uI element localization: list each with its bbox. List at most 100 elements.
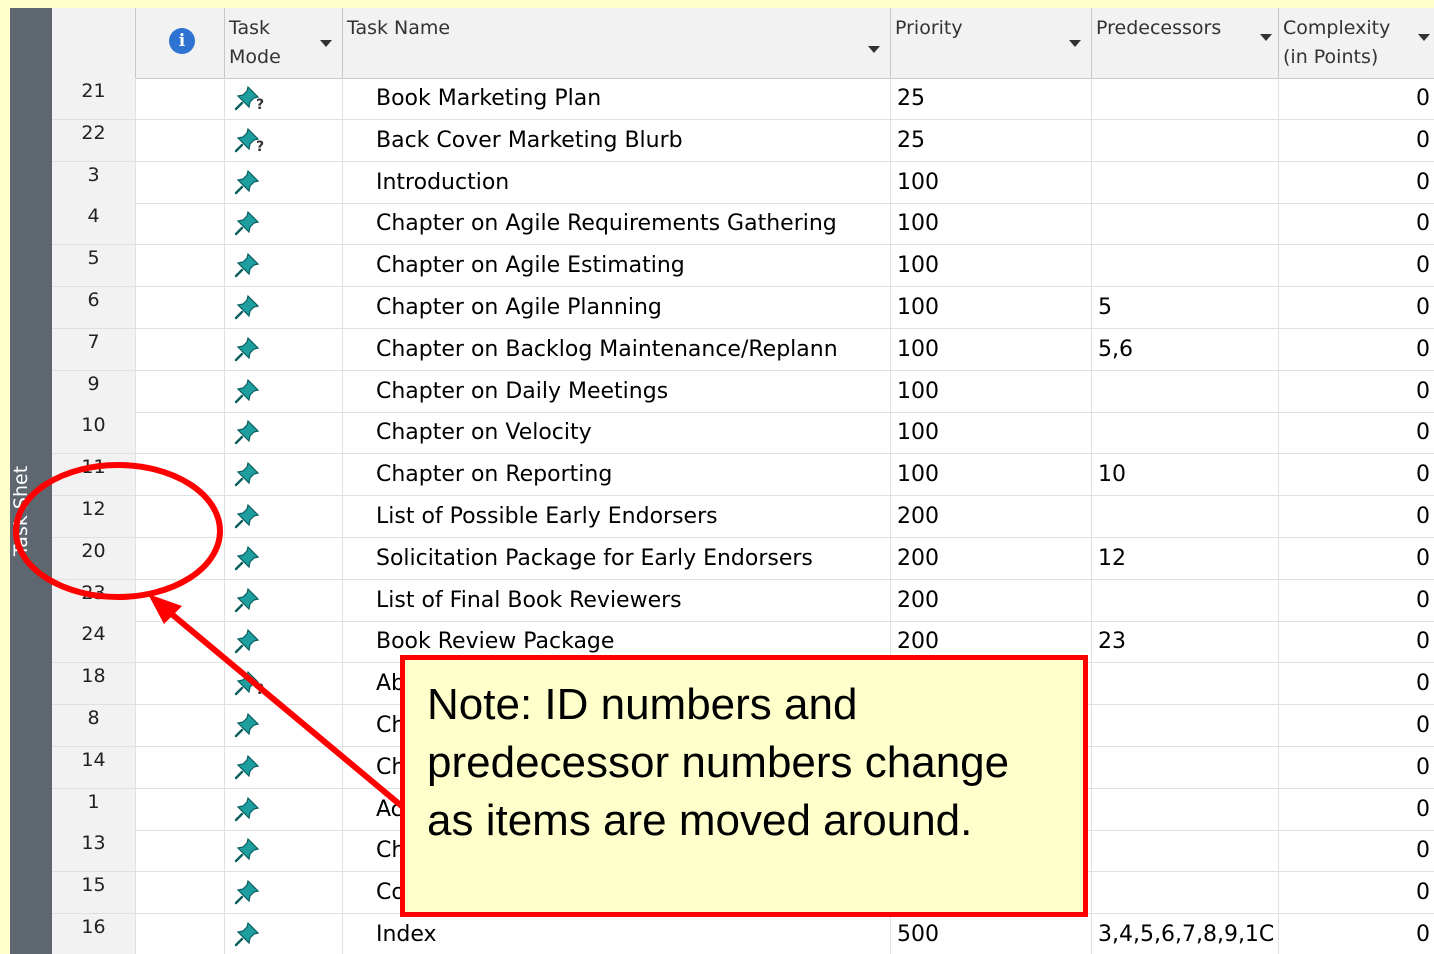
- task-name-cell[interactable]: Book Marketing Plan: [343, 78, 891, 119]
- row-id-cell[interactable]: 13: [52, 830, 136, 872]
- complexity-cell[interactable]: 0: [1279, 705, 1434, 746]
- complexity-cell[interactable]: 0: [1279, 496, 1434, 537]
- task-name-column-header[interactable]: Task Name: [343, 8, 891, 78]
- task-mode-cell[interactable]: [225, 621, 343, 663]
- task-mode-cell[interactable]: [225, 161, 343, 203]
- table-row[interactable]: 16 Index 500 3,4,5,6,7,8,9,1C 0: [52, 914, 1434, 954]
- complexity-column-header[interactable]: Complexity (in Points): [1279, 8, 1434, 78]
- indicator-cell[interactable]: [136, 914, 225, 954]
- predecessors-cell[interactable]: 3,4,5,6,7,8,9,1C: [1092, 914, 1279, 954]
- indicator-cell[interactable]: [136, 454, 225, 496]
- row-id-cell[interactable]: 21: [52, 78, 136, 119]
- indicator-cell[interactable]: [136, 663, 225, 705]
- task-name-cell[interactable]: Chapter on Backlog Maintenance/Replann: [343, 328, 891, 370]
- row-id-cell[interactable]: 9: [52, 370, 136, 412]
- complexity-cell[interactable]: 0: [1279, 914, 1434, 954]
- task-mode-cell[interactable]: [225, 872, 343, 914]
- table-row[interactable]: 6 Chapter on Agile Planning 100 5 0: [52, 287, 1434, 329]
- indicators-column-header[interactable]: i: [136, 8, 225, 78]
- complexity-cell[interactable]: 0: [1279, 830, 1434, 871]
- row-id-cell[interactable]: 8: [52, 705, 136, 746]
- table-row[interactable]: 7 Chapter on Backlog Maintenance/Replann 1…: [52, 328, 1434, 371]
- task-name-cell[interactable]: Solicitation Package for Early Endorsers: [343, 537, 891, 579]
- indicator-cell[interactable]: [136, 203, 225, 245]
- complexity-cell[interactable]: 0: [1279, 203, 1434, 244]
- task-name-cell[interactable]: List of Final Book Reviewers: [343, 579, 891, 621]
- task-mode-cell[interactable]: [225, 412, 343, 454]
- row-id-cell[interactable]: 3: [52, 161, 136, 203]
- priority-cell[interactable]: 100: [891, 370, 1092, 412]
- row-id-cell[interactable]: 14: [52, 746, 136, 788]
- task-name-cell[interactable]: Chapter on Agile Requirements Gathering: [343, 203, 891, 245]
- predecessors-cell[interactable]: [1092, 203, 1279, 245]
- task-mode-cell[interactable]: [225, 203, 343, 245]
- table-row[interactable]: 5 Chapter on Agile Estimating 100 0: [52, 245, 1434, 288]
- task-name-cell[interactable]: List of Possible Early Endorsers: [343, 496, 891, 537]
- predecessors-cell[interactable]: 5: [1092, 287, 1279, 328]
- indicator-cell[interactable]: [136, 788, 225, 830]
- task-mode-cell[interactable]: [225, 328, 343, 370]
- task-name-cell[interactable]: Index: [343, 914, 891, 954]
- row-id-cell[interactable]: 5: [52, 245, 136, 287]
- task-name-cell[interactable]: Back Cover Marketing Blurb: [343, 119, 891, 161]
- complexity-cell[interactable]: 0: [1279, 329, 1434, 370]
- task-name-cell[interactable]: Chapter on Reporting: [343, 454, 891, 496]
- indicator-cell[interactable]: [136, 412, 225, 454]
- row-id-cell[interactable]: 7: [52, 328, 136, 370]
- task-mode-cell[interactable]: ?: [225, 119, 343, 161]
- task-mode-cell[interactable]: [225, 454, 343, 496]
- priority-cell[interactable]: 100: [891, 245, 1092, 287]
- predecessors-cell[interactable]: [1092, 663, 1279, 705]
- task-mode-cell[interactable]: [225, 830, 343, 872]
- row-id-cell[interactable]: 18: [52, 663, 136, 705]
- priority-cell[interactable]: 200: [891, 537, 1092, 579]
- table-row[interactable]: 11 Chapter on Reporting 100 10 0: [52, 454, 1434, 497]
- complexity-cell[interactable]: 0: [1279, 872, 1434, 913]
- row-id-cell[interactable]: 11: [52, 454, 136, 496]
- complexity-cell[interactable]: 0: [1279, 78, 1434, 119]
- chevron-down-icon[interactable]: [1069, 40, 1081, 47]
- priority-cell[interactable]: 500: [891, 914, 1092, 954]
- indicator-cell[interactable]: [136, 78, 225, 119]
- indicator-cell[interactable]: [136, 746, 225, 788]
- complexity-cell[interactable]: 0: [1279, 663, 1434, 704]
- indicator-cell[interactable]: [136, 245, 225, 287]
- predecessors-cell[interactable]: 5,6: [1092, 328, 1279, 370]
- task-name-cell[interactable]: Chapter on Agile Estimating: [343, 245, 891, 287]
- task-mode-cell[interactable]: ?: [225, 663, 343, 705]
- predecessors-cell[interactable]: [1092, 872, 1279, 914]
- row-id-cell[interactable]: 15: [52, 872, 136, 914]
- priority-cell[interactable]: 200: [891, 579, 1092, 621]
- priority-column-header[interactable]: Priority: [891, 8, 1092, 78]
- table-row[interactable]: 22? Back Cover Marketing Blurb 25 0: [52, 119, 1434, 162]
- indicator-cell[interactable]: [136, 537, 225, 579]
- task-mode-cell[interactable]: [225, 496, 343, 537]
- task-mode-column-header[interactable]: Task Mode: [225, 8, 343, 78]
- indicator-cell[interactable]: [136, 161, 225, 203]
- indicator-cell[interactable]: [136, 705, 225, 746]
- priority-cell[interactable]: 100: [891, 412, 1092, 454]
- row-id-cell[interactable]: 1: [52, 788, 136, 830]
- select-all-corner[interactable]: [52, 8, 136, 78]
- row-id-cell[interactable]: 22: [52, 119, 136, 161]
- chevron-down-icon[interactable]: [868, 46, 880, 53]
- task-mode-cell[interactable]: [225, 579, 343, 621]
- task-mode-cell[interactable]: [225, 245, 343, 287]
- row-id-cell[interactable]: 4: [52, 203, 136, 245]
- priority-cell[interactable]: 100: [891, 161, 1092, 203]
- predecessors-cell[interactable]: [1092, 705, 1279, 746]
- task-mode-cell[interactable]: [225, 287, 343, 328]
- predecessors-cell[interactable]: [1092, 161, 1279, 203]
- predecessors-cell[interactable]: [1092, 412, 1279, 454]
- predecessors-cell[interactable]: [1092, 78, 1279, 119]
- chevron-down-icon[interactable]: [320, 40, 332, 47]
- complexity-cell[interactable]: 0: [1279, 454, 1434, 495]
- task-name-cell[interactable]: Chapter on Agile Planning: [343, 287, 891, 328]
- complexity-cell[interactable]: 0: [1279, 580, 1434, 621]
- priority-cell[interactable]: 100: [891, 203, 1092, 245]
- predecessors-cell[interactable]: [1092, 370, 1279, 412]
- indicator-cell[interactable]: [136, 119, 225, 161]
- priority-cell[interactable]: 25: [891, 78, 1092, 119]
- complexity-cell[interactable]: 0: [1279, 412, 1434, 453]
- table-row[interactable]: 9 Chapter on Daily Meetings 100 0: [52, 370, 1434, 413]
